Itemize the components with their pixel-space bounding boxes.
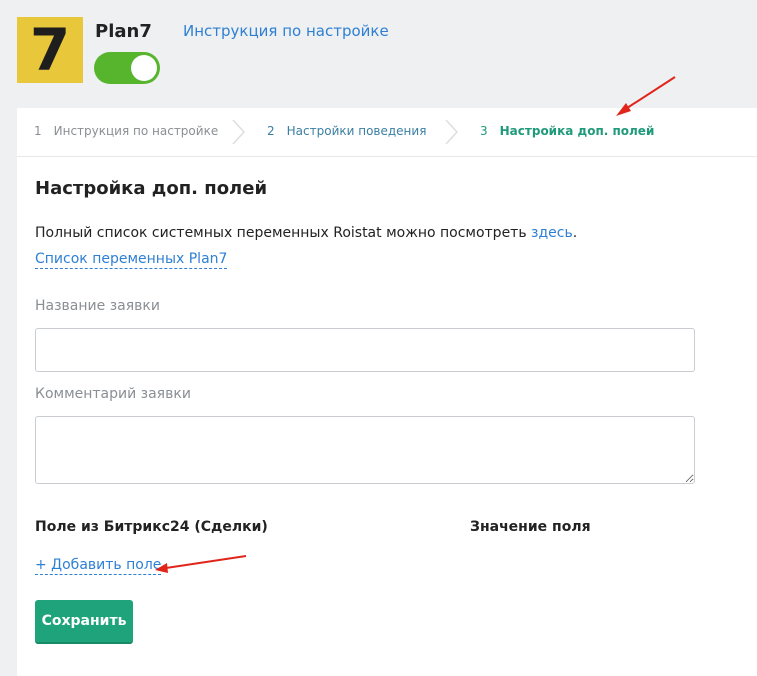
chevron-right-icon <box>445 119 459 145</box>
app-name: Plan7 <box>95 21 152 42</box>
page-title: Настройка доп. полей <box>35 178 268 199</box>
step-label: Инструкция по настройке <box>53 124 219 138</box>
settings-panel: 1 Инструкция по настройке 2 Настройки пове… <box>17 108 757 676</box>
deal-comment-textarea[interactable] <box>35 416 695 484</box>
stepper: 1 Инструкция по настройке 2 Настройки пове… <box>17 108 757 157</box>
toggle-knob <box>131 55 157 81</box>
deal-name-label: Название заявки <box>35 298 160 314</box>
deal-comment-label: Комментарий заявки <box>35 386 191 402</box>
save-button[interactable]: Сохранить <box>35 600 133 644</box>
field-value-column-header: Значение поля <box>470 519 591 535</box>
step-extra-fields[interactable]: 3 Настройка доп. полей <box>480 124 654 138</box>
bitrix-field-column-header: Поле из Битрикс24 (Сделки) <box>35 519 268 535</box>
step-label: Настройка доп. полей <box>499 124 655 138</box>
app-header: 7 Plan7 Инструкция по настройке <box>0 0 757 108</box>
info-text-body: Полный список системных переменных Roist… <box>35 225 532 241</box>
info-text-end: . <box>572 225 578 241</box>
app-logo: 7 <box>17 17 83 83</box>
step-number: 3 <box>480 124 488 138</box>
info-text: Полный список системных переменных Roist… <box>35 225 577 241</box>
step-label: Настройки поведения <box>286 124 427 138</box>
roistat-variables-link[interactable]: здесь <box>531 225 573 241</box>
step-instructions[interactable]: 1 Инструкция по настройке <box>34 124 218 138</box>
add-field-link[interactable]: + Добавить поле <box>35 557 162 575</box>
deal-name-input[interactable] <box>35 328 695 372</box>
integration-toggle[interactable] <box>94 52 160 84</box>
step-number: 1 <box>34 124 42 138</box>
instructions-link[interactable]: Инструкция по настройке <box>183 22 389 40</box>
chevron-right-icon <box>232 119 246 145</box>
logo-text: 7 <box>29 16 71 84</box>
plan7-variables-link[interactable]: Список переменных Plan7 <box>35 251 228 269</box>
step-number: 2 <box>267 124 275 138</box>
step-behavior[interactable]: 2 Настройки поведения <box>267 124 426 138</box>
